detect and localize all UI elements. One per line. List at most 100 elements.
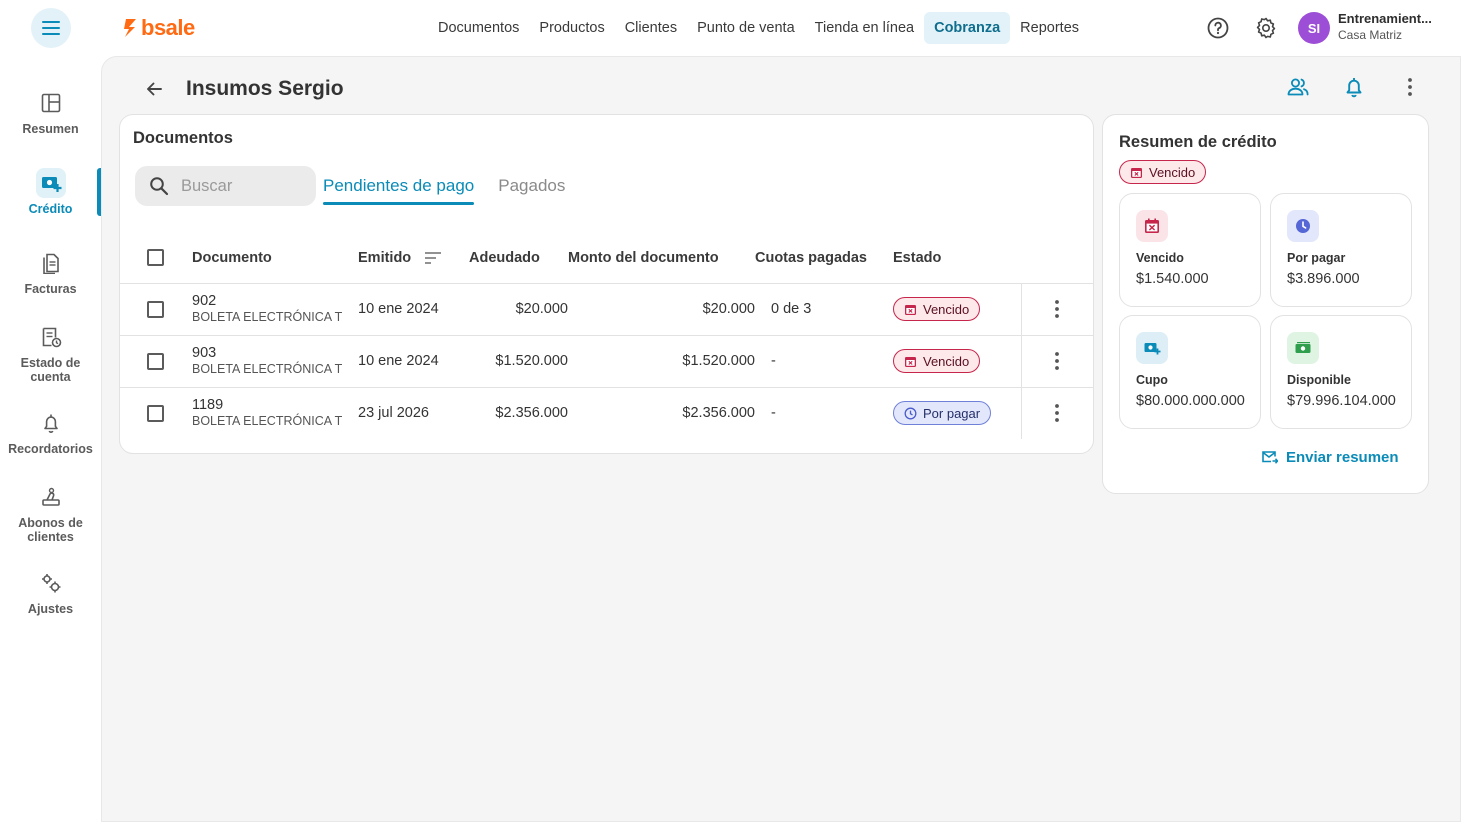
select-all-checkbox[interactable] bbox=[147, 249, 164, 267]
header-actions bbox=[1282, 71, 1426, 103]
status-badge: Vencido bbox=[893, 297, 981, 321]
nav-reportes[interactable]: Reportes bbox=[1010, 12, 1089, 44]
main-nav: Documentos Productos Clientes Punto de v… bbox=[428, 12, 1089, 44]
status-text: Vencido bbox=[923, 301, 970, 317]
content-panel: Insumos Sergio Documentos Pendientes de … bbox=[101, 56, 1461, 822]
cash-icon bbox=[1287, 332, 1319, 364]
sidebar-item-label: Facturas bbox=[24, 282, 77, 296]
credit-status-text: Vencido bbox=[1149, 164, 1196, 180]
document-type: BOLETA ELECTRÓNICA T bbox=[192, 414, 343, 429]
row-checkbox[interactable] bbox=[147, 300, 164, 318]
page-header: Insumos Sergio bbox=[140, 73, 344, 105]
nav-productos[interactable]: Productos bbox=[529, 12, 614, 44]
sidebar-item-label: Ajustes bbox=[27, 602, 74, 616]
nav-documentos[interactable]: Documentos bbox=[428, 12, 529, 44]
documents-title: Documentos bbox=[133, 129, 233, 147]
help-button[interactable] bbox=[1202, 12, 1234, 44]
row-checkbox[interactable] bbox=[147, 352, 164, 370]
sidebar-item-resumen[interactable]: Resumen bbox=[0, 88, 101, 136]
arrow-left-icon bbox=[147, 82, 162, 96]
calendar-x-icon bbox=[905, 304, 916, 315]
sidebar-item-label: Estado de cuenta bbox=[20, 356, 81, 384]
contacts-button[interactable] bbox=[1282, 71, 1314, 103]
issued-date: 23 jul 2026 bbox=[358, 405, 429, 422]
table-row: 902 BOLETA ELECTRÓNICA T 10 ene 2024 $20… bbox=[120, 283, 1093, 336]
owed-amount: $20.000 bbox=[469, 283, 568, 336]
logo-text: bsale bbox=[141, 15, 195, 40]
more-options-button[interactable] bbox=[1394, 71, 1426, 103]
send-summary-label: Enviar resumen bbox=[1286, 448, 1399, 466]
table-row: 1189 BOLETA ELECTRÓNICA T 23 jul 2026 $2… bbox=[120, 387, 1093, 439]
stat-label: Disponible bbox=[1287, 373, 1351, 387]
users-icon bbox=[1287, 78, 1309, 96]
account-branch: Casa Matriz bbox=[1338, 28, 1403, 42]
stat-label: Vencido bbox=[1136, 251, 1184, 265]
kebab-icon bbox=[1055, 404, 1060, 423]
clock-icon bbox=[904, 407, 917, 420]
credit-icon bbox=[1136, 332, 1168, 364]
col-adeudado: Adeudado bbox=[469, 233, 568, 284]
document-cell[interactable]: 903 BOLETA ELECTRÓNICA T bbox=[192, 335, 358, 388]
row-menu-button[interactable] bbox=[1041, 345, 1073, 377]
sidebar-item-credito[interactable]: Crédito bbox=[0, 168, 101, 216]
account-info[interactable]: Entrenamient... Casa Matriz bbox=[1338, 11, 1448, 42]
back-button[interactable] bbox=[140, 75, 168, 103]
document-cell[interactable]: 902 BOLETA ELECTRÓNICA T bbox=[192, 283, 358, 336]
sidebar: Resumen Crédito Facturas Estado de cuent… bbox=[0, 56, 101, 822]
col-emitido[interactable]: Emitido bbox=[358, 233, 469, 284]
hamburger-icon bbox=[42, 21, 60, 35]
document-cell[interactable]: 1189 BOLETA ELECTRÓNICA T bbox=[192, 387, 358, 439]
row-select-cell bbox=[120, 283, 192, 336]
sidebar-item-label: Abonos de clientes bbox=[18, 516, 83, 544]
table-header-row: Documento Emitido Adeudado Monto del doc… bbox=[120, 233, 1093, 284]
row-menu-button[interactable] bbox=[1041, 397, 1073, 429]
sidebar-item-estado-de-cuenta[interactable]: Estado de cuenta bbox=[0, 322, 101, 384]
bsale-logo[interactable]: bsale bbox=[123, 16, 195, 40]
col-monto-del-documento: Monto del documento bbox=[568, 233, 755, 284]
row-actions-cell bbox=[1020, 283, 1093, 336]
avatar[interactable]: SI bbox=[1298, 12, 1330, 44]
nav-cobranza[interactable]: Cobranza bbox=[924, 12, 1011, 44]
document-number: 1189 bbox=[192, 397, 224, 414]
row-select-cell bbox=[120, 335, 192, 388]
installments-paid: - bbox=[755, 335, 893, 388]
menu-button[interactable] bbox=[31, 8, 71, 48]
top-bar: bsale Documentos Productos Clientes Punt… bbox=[0, 0, 1461, 56]
document-type: BOLETA ELECTRÓNICA T bbox=[192, 362, 343, 376]
bell-icon bbox=[1346, 78, 1362, 98]
nav-clientes[interactable]: Clientes bbox=[615, 12, 687, 44]
send-summary-button[interactable]: Enviar resumen bbox=[1261, 445, 1399, 469]
sidebar-item-label: Resumen bbox=[22, 122, 79, 136]
sidebar-item-recordatorios[interactable]: Recordatorios bbox=[0, 408, 101, 456]
stat-disponible: Disponible $79.996.104.000 bbox=[1270, 315, 1412, 429]
document-amount: $1.520.000 bbox=[568, 335, 755, 388]
sidebar-item-abonos-de-clientes[interactable]: Abonos de clientes bbox=[0, 482, 101, 544]
sidebar-item-ajustes[interactable]: Ajustes bbox=[0, 568, 101, 616]
select-all-cell bbox=[120, 233, 192, 284]
kebab-icon bbox=[1408, 78, 1412, 96]
search-box[interactable] bbox=[135, 166, 316, 206]
sort-icon bbox=[425, 252, 442, 264]
account-name: Entrenamient... bbox=[1338, 11, 1432, 26]
row-actions-cell bbox=[1020, 387, 1093, 439]
search-input[interactable] bbox=[181, 176, 301, 196]
row-menu-button[interactable] bbox=[1041, 293, 1073, 325]
status-cell: Vencido bbox=[893, 335, 1021, 388]
documents-table: Documento Emitido Adeudado Monto del doc… bbox=[120, 233, 1093, 439]
notifications-button[interactable] bbox=[1338, 71, 1370, 103]
credit-status-badge: Vencido bbox=[1119, 160, 1207, 184]
settings-button[interactable] bbox=[1250, 12, 1282, 44]
stat-value: $1.540.000 bbox=[1136, 271, 1209, 287]
credit-summary-card: Resumen de crédito Vencido Vencido $1.54… bbox=[1102, 114, 1429, 494]
nav-punto-de-venta[interactable]: Punto de venta bbox=[687, 12, 805, 44]
installments-paid: - bbox=[771, 405, 776, 422]
credit-icon bbox=[35, 168, 66, 198]
row-checkbox[interactable] bbox=[147, 404, 164, 422]
nav-tienda-en-linea[interactable]: Tienda en línea bbox=[805, 12, 924, 44]
tab-pendientes-de-pago[interactable]: Pendientes de pago bbox=[323, 167, 475, 205]
kebab-icon bbox=[1055, 352, 1060, 370]
document-number: 902 bbox=[192, 293, 217, 309]
sidebar-item-facturas[interactable]: Facturas bbox=[0, 248, 101, 296]
tab-pagados[interactable]: Pagados bbox=[498, 167, 565, 205]
stat-value: $80.000.000.000 bbox=[1136, 393, 1245, 409]
